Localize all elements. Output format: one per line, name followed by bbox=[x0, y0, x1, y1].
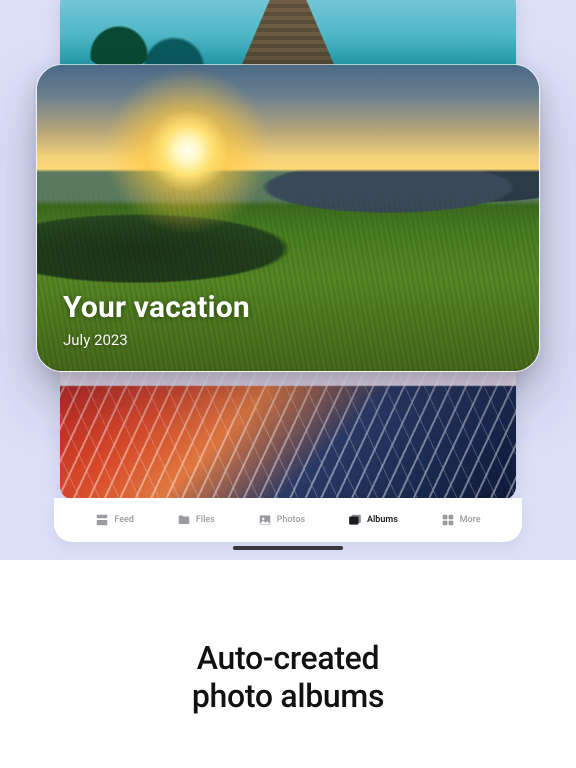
tab-label: Files bbox=[196, 515, 215, 525]
tab-label: Photos bbox=[277, 515, 305, 525]
tab-more[interactable]: More bbox=[441, 513, 481, 527]
tab-label: More bbox=[460, 515, 481, 525]
tab-files[interactable]: Files bbox=[177, 513, 215, 527]
tagline-line-2: photo albums bbox=[192, 677, 384, 715]
bottom-tab-bar: Feed Files Photos Albums More bbox=[54, 498, 522, 542]
feed-icon bbox=[95, 513, 109, 527]
tab-feed[interactable]: Feed bbox=[95, 513, 134, 527]
tab-photos[interactable]: Photos bbox=[258, 513, 305, 527]
featured-album-subtitle: July 2023 bbox=[63, 331, 250, 349]
featured-album-title: Your vacation bbox=[63, 290, 250, 325]
photo-icon bbox=[258, 513, 272, 527]
folder-icon bbox=[177, 513, 191, 527]
featured-album-card[interactable]: Your vacation July 2023 bbox=[36, 64, 540, 372]
background-photo-card-bottom bbox=[60, 360, 516, 500]
tagline-line-1: Auto-created bbox=[197, 639, 380, 677]
tab-albums[interactable]: Albums bbox=[348, 513, 398, 527]
home-indicator bbox=[233, 546, 343, 550]
grid-icon bbox=[441, 513, 455, 527]
albums-icon bbox=[348, 513, 362, 527]
device-preview: Your vacation July 2023 Feed Files Photo… bbox=[0, 0, 576, 560]
marketing-tagline: Auto-created photo albums bbox=[0, 560, 576, 768]
tab-label: Albums bbox=[367, 515, 398, 525]
tab-label: Feed bbox=[114, 515, 134, 525]
